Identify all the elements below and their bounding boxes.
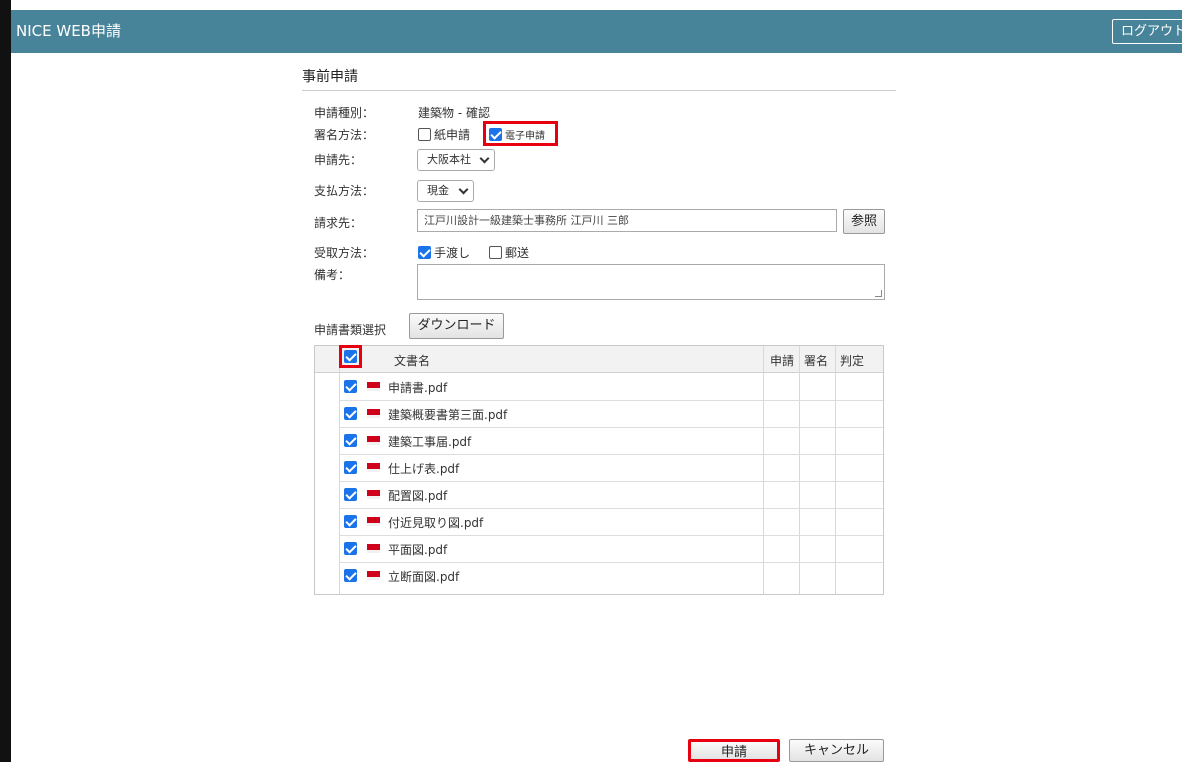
payment-select[interactable]: 現金: [417, 180, 474, 202]
destination-select[interactable]: 大阪本社: [417, 149, 495, 171]
receive-mail-checkbox[interactable]: [489, 246, 502, 259]
download-button[interactable]: ダウンロード: [409, 313, 504, 339]
document-name[interactable]: 立断面図.pdf: [388, 568, 459, 585]
document-name[interactable]: 申請書.pdf: [388, 379, 447, 396]
row-checkbox[interactable]: [344, 488, 357, 501]
pdf-icon: [367, 382, 380, 391]
header-apply: 申請: [770, 354, 795, 368]
application-type-label: 申請種別：: [314, 106, 375, 120]
table-header: 文書名 申請 署名 判定: [315, 346, 883, 373]
cancel-button[interactable]: キャンセル: [789, 739, 884, 762]
payment-label: 支払方法：: [314, 184, 375, 198]
pdf-icon: [367, 463, 380, 472]
chevron-down-icon: [479, 153, 490, 164]
signature-method-label: 署名方法：: [314, 128, 375, 142]
sign-electronic-checkbox[interactable]: [489, 128, 502, 141]
row-checkbox[interactable]: [344, 407, 357, 420]
sign-paper-checkbox[interactable]: [418, 128, 431, 141]
row-divider: [339, 454, 883, 455]
section-divider: [302, 90, 896, 91]
payment-value: 現金: [427, 184, 449, 197]
column-divider: [763, 346, 764, 594]
documents-section-label: 申請書類選択: [314, 323, 387, 337]
pdf-icon: [367, 409, 380, 418]
app-title: NICE WEB申請: [16, 22, 121, 40]
receive-mail-label: 郵送: [505, 246, 530, 260]
document-name[interactable]: 平面図.pdf: [388, 541, 447, 558]
column-divider: [339, 346, 340, 594]
receive-hand-option[interactable]: 手渡し: [418, 244, 470, 261]
destination-value: 大阪本社: [427, 153, 471, 166]
pdf-icon: [367, 517, 380, 526]
sign-electronic-label: 電子申請: [505, 131, 545, 142]
billing-label: 請求先：: [314, 216, 363, 230]
row-divider: [339, 481, 883, 482]
row-checkbox[interactable]: [344, 380, 357, 393]
left-frame-border: [0, 0, 11, 762]
row-checkbox[interactable]: [344, 515, 357, 528]
document-name[interactable]: 配置図.pdf: [388, 487, 447, 504]
sign-electronic-option[interactable]: 電子申請: [489, 127, 545, 142]
row-checkbox[interactable]: [344, 569, 357, 582]
application-type-value: 建築物 - 確認: [418, 106, 490, 120]
apply-button[interactable]: 申請: [688, 739, 780, 762]
section-title: 事前申請: [302, 69, 358, 85]
notes-label: 備考：: [314, 268, 351, 282]
document-name[interactable]: 建築概要書第三面.pdf: [388, 406, 507, 423]
logout-button[interactable]: ログアウト: [1112, 19, 1182, 44]
receive-mail-option[interactable]: 郵送: [489, 244, 529, 261]
sign-paper-label: 紙申請: [434, 128, 471, 142]
header-judge: 判定: [840, 354, 865, 368]
resize-handle-icon[interactable]: [875, 290, 882, 297]
column-divider: [835, 346, 836, 594]
sign-paper-option[interactable]: 紙申請: [418, 126, 470, 143]
app-header: NICE WEB申請 ログアウト: [11, 10, 1182, 53]
pdf-icon: [367, 544, 380, 553]
row-divider: [339, 400, 883, 401]
pdf-icon: [367, 490, 380, 499]
document-name[interactable]: 付近見取り図.pdf: [388, 514, 483, 531]
chevron-down-icon: [458, 184, 469, 195]
row-divider: [339, 508, 883, 509]
top-margin: [0, 0, 1182, 10]
receive-method-label: 受取方法：: [314, 246, 375, 260]
header-sign: 署名: [804, 354, 829, 368]
billing-field[interactable]: 江戸川設計一級建築士事務所 江戸川 三郎: [417, 209, 837, 232]
row-divider: [339, 427, 883, 428]
document-name[interactable]: 建築工事届.pdf: [388, 433, 471, 450]
row-checkbox[interactable]: [344, 542, 357, 555]
document-name[interactable]: 仕上げ表.pdf: [388, 460, 459, 477]
row-divider: [339, 535, 883, 536]
header-document-name: 文書名: [394, 354, 431, 368]
row-checkbox[interactable]: [344, 461, 357, 474]
documents-table: 文書名 申請 署名 判定 申請書.pdf 建築概要書第三面.pdf 建築工事届.…: [314, 345, 884, 595]
reference-button[interactable]: 参照: [843, 209, 885, 234]
column-divider: [799, 346, 800, 594]
receive-hand-checkbox[interactable]: [418, 246, 431, 259]
notes-textarea[interactable]: [417, 264, 885, 300]
row-checkbox[interactable]: [344, 434, 357, 447]
destination-label: 申請先：: [314, 153, 363, 167]
select-all-checkbox[interactable]: [344, 350, 357, 363]
pdf-icon: [367, 571, 380, 580]
row-divider: [339, 562, 883, 563]
pdf-icon: [367, 436, 380, 445]
receive-hand-label: 手渡し: [434, 246, 471, 260]
